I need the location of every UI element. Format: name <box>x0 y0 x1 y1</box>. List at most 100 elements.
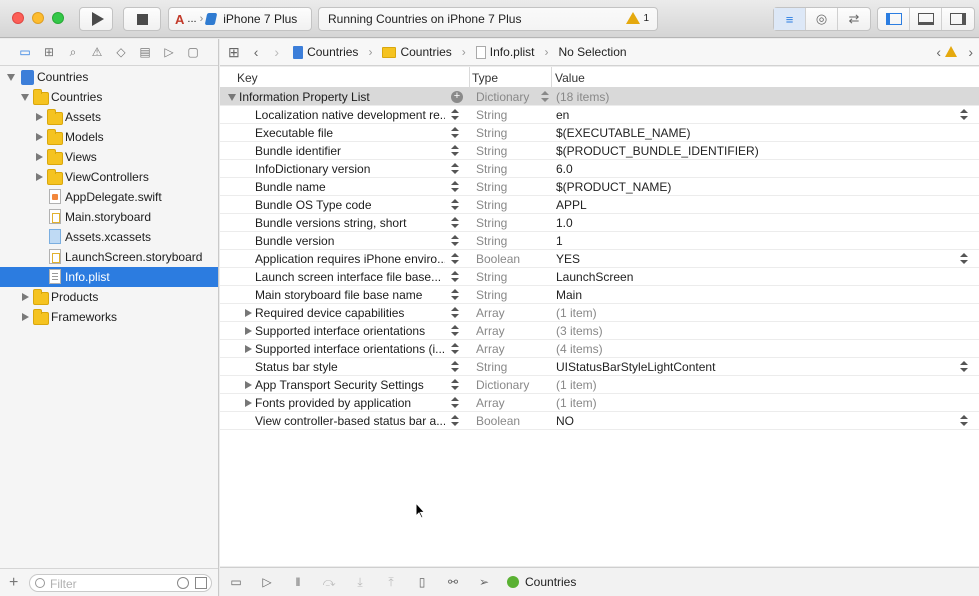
plist-row[interactable]: Status bar style String UIStatusBarStyleLi… <box>220 358 979 376</box>
key-stepper-icon[interactable] <box>451 217 459 229</box>
plist-key[interactable]: Main storyboard file base name <box>255 288 445 302</box>
plist-key[interactable]: App Transport Security Settings <box>255 378 445 392</box>
navigator-item[interactable]: Models <box>0 127 218 147</box>
plist-value[interactable]: $(PRODUCT_NAME) <box>556 180 671 194</box>
plist-key[interactable]: Required device capabilities <box>255 306 445 320</box>
breakpoint-toggle-icon[interactable]: ▷ <box>260 575 274 589</box>
next-issue-icon[interactable]: › <box>968 44 973 60</box>
plist-value[interactable]: 6.0 <box>556 162 573 176</box>
navigator-item[interactable]: Countries <box>0 67 218 87</box>
plist-key[interactable]: Supported interface orientations (i... <box>255 342 445 356</box>
plist-row[interactable]: Bundle name String $(PRODUCT_NAME) <box>220 178 979 196</box>
column-divider[interactable] <box>469 67 470 88</box>
plist-row[interactable]: Localization native development re... Str… <box>220 106 979 124</box>
plist-type[interactable]: Array <box>476 396 505 410</box>
plist-type[interactable]: Boolean <box>476 252 520 266</box>
plist-key[interactable]: Launch screen interface file base... <box>255 270 445 284</box>
key-stepper-icon[interactable] <box>451 145 459 157</box>
plist-row[interactable]: Supported interface orientations Array (3 … <box>220 322 979 340</box>
value-popup-icon[interactable] <box>960 253 968 265</box>
zoom-window-button[interactable] <box>52 12 64 24</box>
breakpoint-navigator-icon[interactable]: ▷ <box>162 46 176 58</box>
step-over-icon[interactable]: ⤼ <box>322 575 336 589</box>
key-stepper-icon[interactable] <box>451 127 459 139</box>
forward-arrow-icon[interactable]: › <box>274 44 279 60</box>
plist-key[interactable]: Application requires iPhone enviro... <box>255 252 445 266</box>
plist-row[interactable]: App Transport Security Settings Dictionar… <box>220 376 979 394</box>
plist-value[interactable]: LaunchScreen <box>556 270 633 284</box>
plist-key[interactable]: View controller-based status bar a... <box>255 414 445 428</box>
navigator-item[interactable]: AppDelegate.swift <box>0 187 218 207</box>
navigator-item[interactable]: ViewControllers <box>0 167 218 187</box>
key-stepper-icon[interactable] <box>451 307 459 319</box>
navigator-item[interactable]: Views <box>0 147 218 167</box>
plist-type[interactable]: String <box>476 162 507 176</box>
process-selector[interactable]: Countries <box>507 575 576 589</box>
disclosure-closed-icon[interactable] <box>36 153 43 161</box>
standard-editor-button[interactable]: ≡ <box>774 8 806 30</box>
plist-value[interactable]: en <box>556 108 569 122</box>
plist-type[interactable]: Dictionary <box>476 378 529 392</box>
plist-value[interactable]: $(PRODUCT_BUNDLE_IDENTIFIER) <box>556 144 759 158</box>
plist-key[interactable]: Localization native development re... <box>255 108 445 122</box>
pause-icon[interactable]: ‖ <box>291 575 305 589</box>
plist-type[interactable]: String <box>476 108 507 122</box>
view-debugger-icon[interactable]: ▯ <box>415 575 429 589</box>
plist-key[interactable]: Fonts provided by application <box>255 396 445 410</box>
plist-key[interactable]: Information Property List <box>239 90 429 104</box>
disclosure-closed-icon[interactable] <box>245 327 252 335</box>
navigator-item[interactable]: Countries <box>0 87 218 107</box>
plist-type[interactable]: Dictionary <box>476 90 529 104</box>
key-stepper-icon[interactable] <box>451 181 459 193</box>
navigator-item[interactable]: Frameworks <box>0 307 218 327</box>
column-divider[interactable] <box>551 67 552 88</box>
back-arrow-icon[interactable]: ‹ <box>254 44 259 60</box>
plist-key[interactable]: Bundle identifier <box>255 144 445 158</box>
toggle-navigator-button[interactable] <box>878 8 910 30</box>
issue-navigator-icon[interactable]: ⚠ <box>90 46 104 58</box>
plist-key[interactable]: Executable file <box>255 126 445 140</box>
step-out-icon[interactable]: ⤒ <box>384 575 398 589</box>
toggle-debug-area-button[interactable] <box>910 8 942 30</box>
plist-key[interactable]: Status bar style <box>255 360 445 374</box>
plist-row[interactable]: Required device capabilities Array (1 item… <box>220 304 979 322</box>
plist-key[interactable]: Bundle name <box>255 180 445 194</box>
key-stepper-icon[interactable] <box>451 253 459 265</box>
previous-issue-icon[interactable]: ‹ <box>936 44 941 60</box>
type-stepper-icon[interactable] <box>541 91 549 103</box>
filter-input[interactable]: Filter <box>29 574 212 592</box>
plist-row[interactable]: Launch screen interface file base... Stri… <box>220 268 979 286</box>
key-stepper-icon[interactable] <box>451 163 459 175</box>
plist-key[interactable]: InfoDictionary version <box>255 162 445 176</box>
plist-row[interactable]: Executable file String $(EXECUTABLE_NAME) <box>220 124 979 142</box>
key-stepper-icon[interactable] <box>451 415 459 427</box>
plist-type[interactable]: String <box>476 144 507 158</box>
plist-type[interactable]: Boolean <box>476 414 520 428</box>
search-icon[interactable]: ⌕ <box>66 46 80 58</box>
plist-key[interactable]: Bundle OS Type code <box>255 198 445 212</box>
warning-indicator[interactable]: 1 <box>626 12 649 24</box>
disclosure-closed-icon[interactable] <box>22 293 29 301</box>
key-stepper-icon[interactable] <box>451 379 459 391</box>
plist-type[interactable]: String <box>476 288 507 302</box>
navigator-item[interactable]: LaunchScreen.storyboard <box>0 247 218 267</box>
disclosure-closed-icon[interactable] <box>36 133 43 141</box>
key-stepper-icon[interactable] <box>451 361 459 373</box>
plist-type[interactable]: String <box>476 126 507 140</box>
step-into-icon[interactable]: ⤓ <box>353 575 367 589</box>
plist-row[interactable]: View controller-based status bar a... Boo… <box>220 412 979 430</box>
folder-icon[interactable]: ▭ <box>18 46 32 58</box>
plist-row[interactable]: Information Property List + Dictionary (18 … <box>220 88 979 106</box>
plist-type[interactable]: String <box>476 234 507 248</box>
plist-value[interactable]: $(EXECUTABLE_NAME) <box>556 126 690 140</box>
report-navigator-icon[interactable]: ▢ <box>186 46 200 58</box>
close-window-button[interactable] <box>12 12 24 24</box>
disclosure-open-icon[interactable] <box>21 94 29 101</box>
navigator-item[interactable]: Assets <box>0 107 218 127</box>
key-stepper-icon[interactable] <box>451 343 459 355</box>
navigator-item[interactable]: Products <box>0 287 218 307</box>
activity-viewer[interactable]: Running Countries on iPhone 7 Plus 1 <box>318 7 658 31</box>
plist-value[interactable]: (18 items) <box>556 90 609 104</box>
related-items-icon[interactable]: ⊞ <box>228 44 240 61</box>
key-stepper-icon[interactable] <box>451 235 459 247</box>
